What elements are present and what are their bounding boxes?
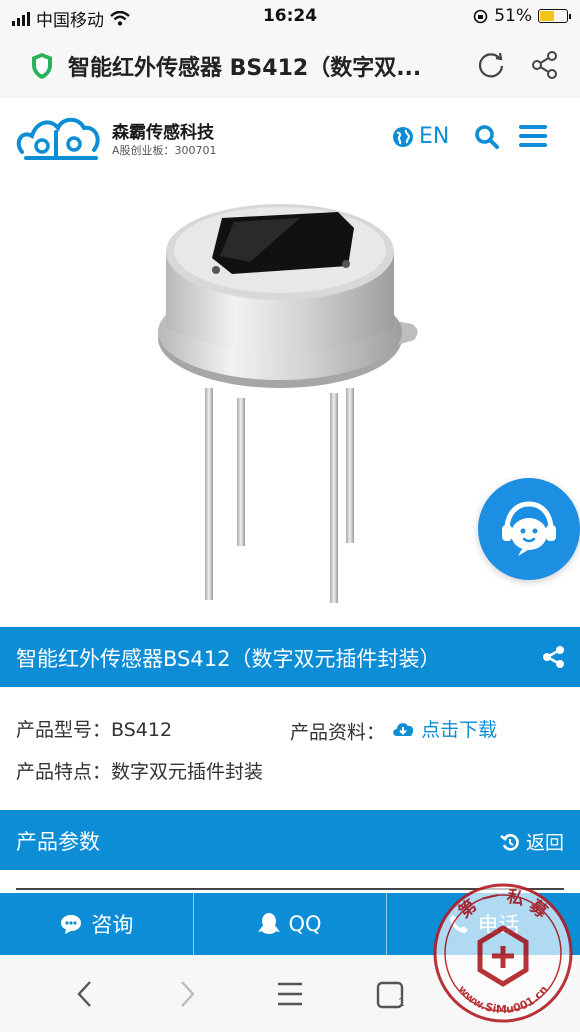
watermark-seal-icon: 第 一 私 募 www.SiMu001.cn	[433, 883, 573, 1023]
orientation-lock-icon	[473, 9, 488, 23]
back-nav-icon[interactable]	[74, 979, 96, 1009]
search-icon[interactable]	[474, 124, 500, 150]
share-icon[interactable]	[530, 50, 560, 80]
download-link[interactable]: 点击下载	[391, 715, 497, 742]
reload-icon[interactable]	[476, 50, 506, 80]
battery-fill	[540, 11, 555, 21]
brand-stock-code: A股创业板：300701	[112, 144, 217, 157]
consult-label: 咨询	[91, 913, 134, 937]
brand-name: 森霸传感科技	[112, 123, 214, 143]
language-switch[interactable]: EN	[392, 124, 449, 149]
docs-row: 产品资料： 点击下载	[290, 715, 497, 745]
page-title[interactable]: 智能红外传感器 BS412（数字双...	[68, 50, 458, 82]
share-icon[interactable]	[542, 645, 566, 669]
model-label: 产品型号：	[16, 719, 112, 741]
battery-percent: 51%	[494, 6, 532, 26]
chat-bubble-icon	[61, 915, 82, 934]
docs-label: 产品资料：	[290, 721, 386, 744]
status-bar: 中国移动 16:24 51%	[0, 0, 580, 32]
params-title: 产品参数	[16, 830, 100, 854]
qq-button[interactable]: QQ	[194, 893, 388, 955]
tabs-icon[interactable]: 1	[376, 979, 408, 1011]
product-info: 产品型号：BS412 产品资料： 点击下载 产品特点：数字双元插件封装	[0, 687, 580, 809]
security-shield-icon	[32, 53, 52, 79]
headset-avatar-icon	[502, 501, 556, 556]
svg-text:1: 1	[398, 995, 405, 1009]
feature-row: 产品特点：数字双元插件封装	[16, 757, 263, 784]
watermark-stamp: 第 一 私 募 www.SiMu001.cn	[430, 880, 576, 1026]
brand-logo-icon[interactable]	[16, 112, 102, 164]
battery-icon	[538, 9, 571, 23]
site-header: 森霸传感科技 A股创业板：300701 EN	[0, 98, 580, 178]
download-link-label: 点击下载	[421, 719, 498, 741]
menu-icon[interactable]	[519, 125, 547, 152]
back-button[interactable]: 返回	[500, 828, 564, 855]
globe-icon	[393, 126, 413, 147]
feature-value: 数字双元插件封装	[111, 761, 264, 783]
qq-label: QQ	[288, 912, 322, 936]
menu-list-icon[interactable]	[276, 979, 304, 1009]
consult-button[interactable]: 咨询	[0, 893, 194, 955]
language-label: EN	[419, 124, 450, 149]
model-value: BS412	[111, 719, 173, 741]
status-right: 51%	[473, 6, 571, 26]
product-title: 智能红外传感器BS412（数字双元插件封装）	[16, 647, 441, 671]
customer-service-button[interactable]	[478, 478, 580, 580]
forward-nav-icon[interactable]	[176, 979, 198, 1009]
model-row: 产品型号：BS412	[16, 715, 172, 742]
product-title-bar: 智能红外传感器BS412（数字双元插件封装）	[0, 627, 580, 687]
qq-penguin-icon	[258, 913, 281, 934]
back-label: 返回	[525, 832, 564, 854]
browser-address-bar: 智能红外传感器 BS412（数字双...	[0, 32, 580, 98]
params-section-bar: 产品参数 返回	[0, 810, 580, 870]
feature-label: 产品特点：	[16, 761, 112, 783]
cloud-download-icon	[393, 722, 414, 736]
back-arrow-icon	[500, 833, 519, 851]
